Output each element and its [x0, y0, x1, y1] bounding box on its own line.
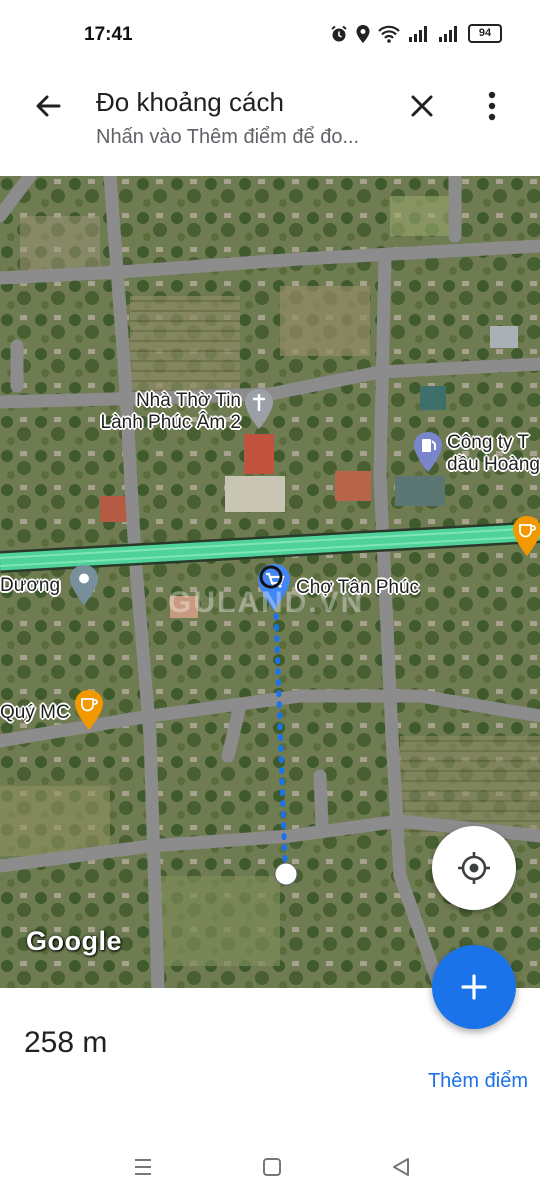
back-button[interactable] — [28, 86, 68, 126]
page-title: Đo khoảng cách — [96, 87, 284, 117]
satellite-map[interactable]: Nhà Thờ Tin Lành Phúc Âm 2 Công ty T dầu… — [0, 176, 540, 988]
plus-icon — [461, 974, 487, 1000]
close-button[interactable] — [402, 86, 442, 126]
place-pin-icon[interactable] — [69, 565, 99, 605]
more-vert-icon — [488, 91, 496, 121]
place-label[interactable]: Nhà Thờ Tin Lành Phúc Âm 2 — [86, 390, 241, 434]
system-nav-bar — [0, 1130, 540, 1200]
my-location-icon — [458, 852, 490, 884]
location-icon — [356, 24, 370, 43]
my-location-button[interactable] — [432, 826, 516, 910]
wifi-icon — [378, 25, 400, 43]
place-label[interactable]: Công ty T dầu Hoàng — [447, 432, 540, 476]
status-bar: 17:41 94 — [0, 0, 540, 72]
close-icon — [411, 95, 433, 117]
arrow-back-icon — [36, 95, 61, 117]
watermark: GULAND.VN — [168, 586, 365, 619]
status-icons: 94 — [330, 24, 502, 43]
toolbar: Đo khoảng cách Nhấn vào Thêm điểm để đo.… — [0, 72, 540, 176]
add-point-fab[interactable] — [432, 945, 516, 1029]
cafe-pin-icon[interactable] — [74, 690, 104, 730]
signal-icon — [409, 25, 427, 42]
gas-station-pin-icon[interactable] — [413, 432, 443, 472]
place-label[interactable]: Quý MC — [0, 702, 70, 724]
back-triangle-icon[interactable] — [386, 1152, 416, 1182]
cafe-pin-icon[interactable] — [512, 516, 540, 556]
home-square-icon[interactable] — [257, 1152, 287, 1182]
menu-icon[interactable] — [128, 1152, 158, 1182]
more-options-button[interactable] — [474, 86, 510, 126]
signal-icon — [439, 25, 457, 42]
google-logo: Google — [26, 926, 122, 956]
alarm-icon — [331, 25, 347, 41]
add-point-button[interactable]: Thêm điểm — [428, 1070, 528, 1093]
place-label[interactable]: Dương — [0, 575, 60, 597]
church-pin-icon[interactable] — [244, 389, 274, 429]
distance-value: 258 m — [24, 1026, 108, 1059]
instruction-text: Nhấn vào Thêm điểm để đo... — [96, 126, 360, 148]
battery-icon: 94 — [468, 24, 502, 43]
status-time: 17:41 — [84, 24, 133, 45]
